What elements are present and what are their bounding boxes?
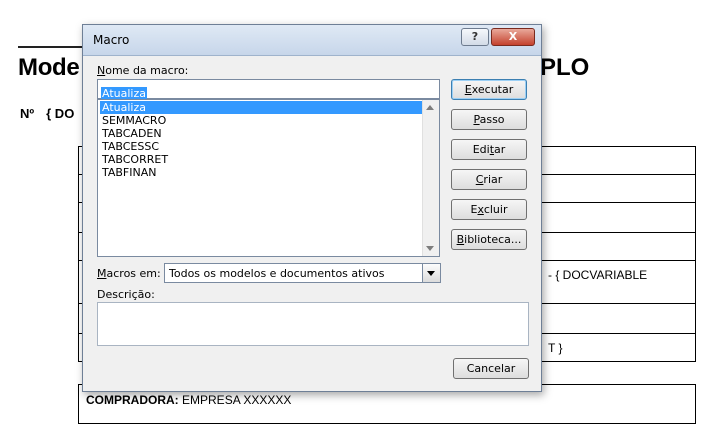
macro-list[interactable]: Atualiza SEMMACRO TABCADEN TABCESSC TABC… bbox=[97, 99, 440, 257]
macro-name-input[interactable]: Atualiza bbox=[97, 79, 440, 100]
close-icon: X bbox=[508, 30, 518, 43]
list-item[interactable]: Atualiza bbox=[100, 101, 422, 114]
compradora-line: COMPRADORA: EMPRESA XXXXXX bbox=[86, 393, 291, 407]
step-button[interactable]: Passo bbox=[451, 109, 527, 130]
dialog-titlebar[interactable]: Macro ? X bbox=[83, 25, 541, 56]
number-field: { DO bbox=[46, 106, 75, 121]
macro-name-label: Nome da macro: bbox=[97, 64, 189, 77]
scroll-down-icon[interactable] bbox=[426, 246, 434, 251]
help-button[interactable]: ? bbox=[461, 28, 489, 46]
document-rule bbox=[18, 46, 88, 48]
macros-in-value: Todos os modelos e documentos ativos bbox=[169, 267, 385, 280]
edit-button[interactable]: Editar bbox=[451, 139, 527, 160]
close-button[interactable]: X bbox=[491, 28, 535, 46]
macros-in-select[interactable]: Todos os modelos e documentos ativos bbox=[164, 263, 441, 283]
dropdown-button[interactable] bbox=[422, 264, 440, 282]
list-item[interactable]: SEMMACRO bbox=[100, 114, 422, 127]
table-cell-docvariable: - { DOCVARIABLE bbox=[548, 268, 648, 282]
dialog-title: Macro bbox=[93, 33, 130, 47]
create-button[interactable]: Criar bbox=[451, 169, 527, 190]
help-icon: ? bbox=[471, 30, 479, 43]
delete-button[interactable]: Excluir bbox=[451, 199, 527, 220]
description-label: Descrição: bbox=[97, 288, 155, 301]
list-item[interactable]: TABCADEN bbox=[100, 127, 422, 140]
document-title: Mode bbox=[18, 54, 80, 81]
organizer-button[interactable]: Biblioteca... bbox=[451, 229, 527, 250]
number-label: Nº bbox=[20, 106, 35, 121]
list-item[interactable]: TABCORRET bbox=[100, 153, 422, 166]
table-cell-field-end: T } bbox=[548, 341, 563, 355]
macro-dialog: Macro ? X Nome da macro: Atualiza Atuali… bbox=[82, 24, 542, 392]
document-number: Nº { DO bbox=[20, 106, 74, 121]
list-item[interactable]: TABFINAN bbox=[100, 166, 422, 179]
scroll-up-icon[interactable] bbox=[426, 105, 434, 110]
list-item[interactable]: TABCESSC bbox=[100, 140, 422, 153]
document-title-tail: PLO bbox=[540, 54, 590, 81]
compradora-label: COMPRADORA: bbox=[86, 393, 179, 407]
macros-in-label: Macros em: bbox=[97, 267, 161, 280]
run-button[interactable]: Executar bbox=[451, 79, 527, 100]
macro-list-scrollbar[interactable] bbox=[422, 100, 439, 256]
description-box bbox=[97, 302, 529, 346]
compradora-value: EMPRESA XXXXXX bbox=[182, 393, 292, 407]
cancel-button[interactable]: Cancelar bbox=[453, 358, 529, 379]
chevron-down-icon bbox=[427, 271, 435, 276]
